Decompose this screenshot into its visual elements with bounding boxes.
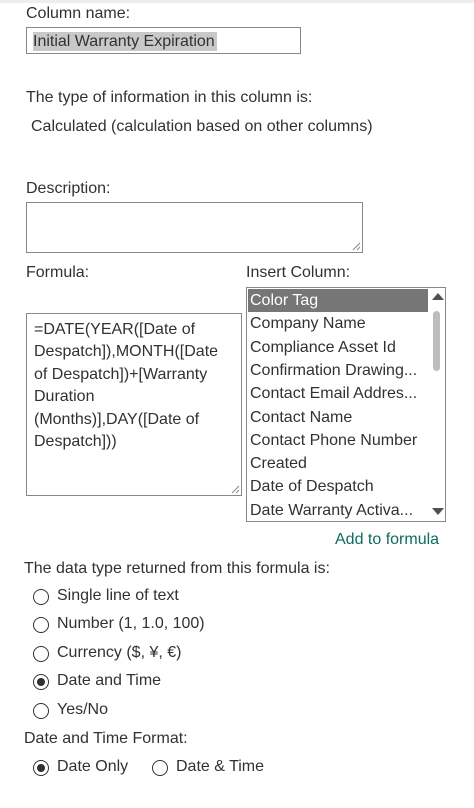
- radio-currency[interactable]: [33, 646, 49, 662]
- info-type-label: The type of information in this column i…: [26, 89, 313, 106]
- column-option-contact-name[interactable]: Contact Name: [248, 406, 430, 429]
- column-name-value: Initial Warranty Expiration: [33, 32, 217, 51]
- column-option-created[interactable]: Created: [248, 452, 430, 475]
- radio-label-yes-no: Yes/No: [57, 701, 108, 718]
- description-textarea[interactable]: [26, 202, 363, 253]
- description-label: Description:: [26, 180, 111, 197]
- column-option-contact-phone[interactable]: Contact Phone Number: [248, 429, 430, 452]
- scrollbar-thumb[interactable]: [433, 311, 440, 371]
- column-option-company-name[interactable]: Company Name: [248, 312, 430, 335]
- top-divider: [0, 0, 474, 3]
- formula-textarea[interactable]: =DATE(YEAR([Date of Despatch]),MONTH([Da…: [26, 313, 242, 496]
- column-option-color-tag[interactable]: Color Tag: [248, 289, 430, 312]
- info-type-value: Calculated (calculation based on other c…: [31, 118, 373, 135]
- resize-grip-icon[interactable]: [230, 484, 240, 494]
- column-option-date-of-despatch[interactable]: Date of Despatch: [248, 475, 430, 498]
- scroll-down-arrow-icon[interactable]: [432, 508, 444, 515]
- radio-label-number: Number (1, 1.0, 100): [57, 615, 205, 632]
- formula-label: Formula:: [26, 264, 90, 281]
- radio-single-line-text[interactable]: [33, 589, 49, 605]
- radio-number[interactable]: [33, 617, 49, 633]
- scroll-up-arrow-icon[interactable]: [432, 293, 444, 300]
- listbox-scrollbar[interactable]: [428, 288, 445, 521]
- radio-yes-no[interactable]: [33, 703, 49, 719]
- column-option-compliance-asset-id[interactable]: Compliance Asset Id: [248, 336, 430, 359]
- radio-label-date-and-time-format: Date & Time: [176, 758, 265, 775]
- column-option-contact-email[interactable]: Contact Email Addres...: [248, 382, 430, 405]
- radio-label-currency: Currency ($, ¥, €): [57, 644, 182, 661]
- formula-value: =DATE(YEAR([Date of Despatch]),MONTH([Da…: [34, 321, 219, 451]
- date-format-label: Date and Time Format:: [24, 730, 188, 747]
- radio-date-only[interactable]: [33, 760, 49, 776]
- radio-date-and-time[interactable]: [33, 674, 49, 690]
- insert-column-listbox[interactable]: Color Tag Company Name Compliance Asset …: [246, 287, 446, 522]
- data-type-label: The data type returned from this formula…: [24, 560, 330, 577]
- add-to-formula-link[interactable]: Add to formula: [335, 531, 439, 549]
- radio-label-date-only: Date Only: [57, 758, 129, 775]
- resize-grip-icon[interactable]: [351, 241, 361, 251]
- column-name-label: Column name:: [26, 5, 131, 22]
- radio-label-single-line-text: Single line of text: [57, 587, 179, 604]
- radio-date-and-time-format[interactable]: [152, 760, 168, 776]
- column-option-confirmation-drawing[interactable]: Confirmation Drawing...: [248, 359, 430, 382]
- radio-label-date-and-time: Date and Time: [57, 672, 162, 689]
- insert-column-label: Insert Column:: [246, 264, 351, 281]
- column-option-date-warranty-activation[interactable]: Date Warranty Activa...: [248, 499, 430, 521]
- column-name-input[interactable]: Initial Warranty Expiration: [26, 27, 301, 54]
